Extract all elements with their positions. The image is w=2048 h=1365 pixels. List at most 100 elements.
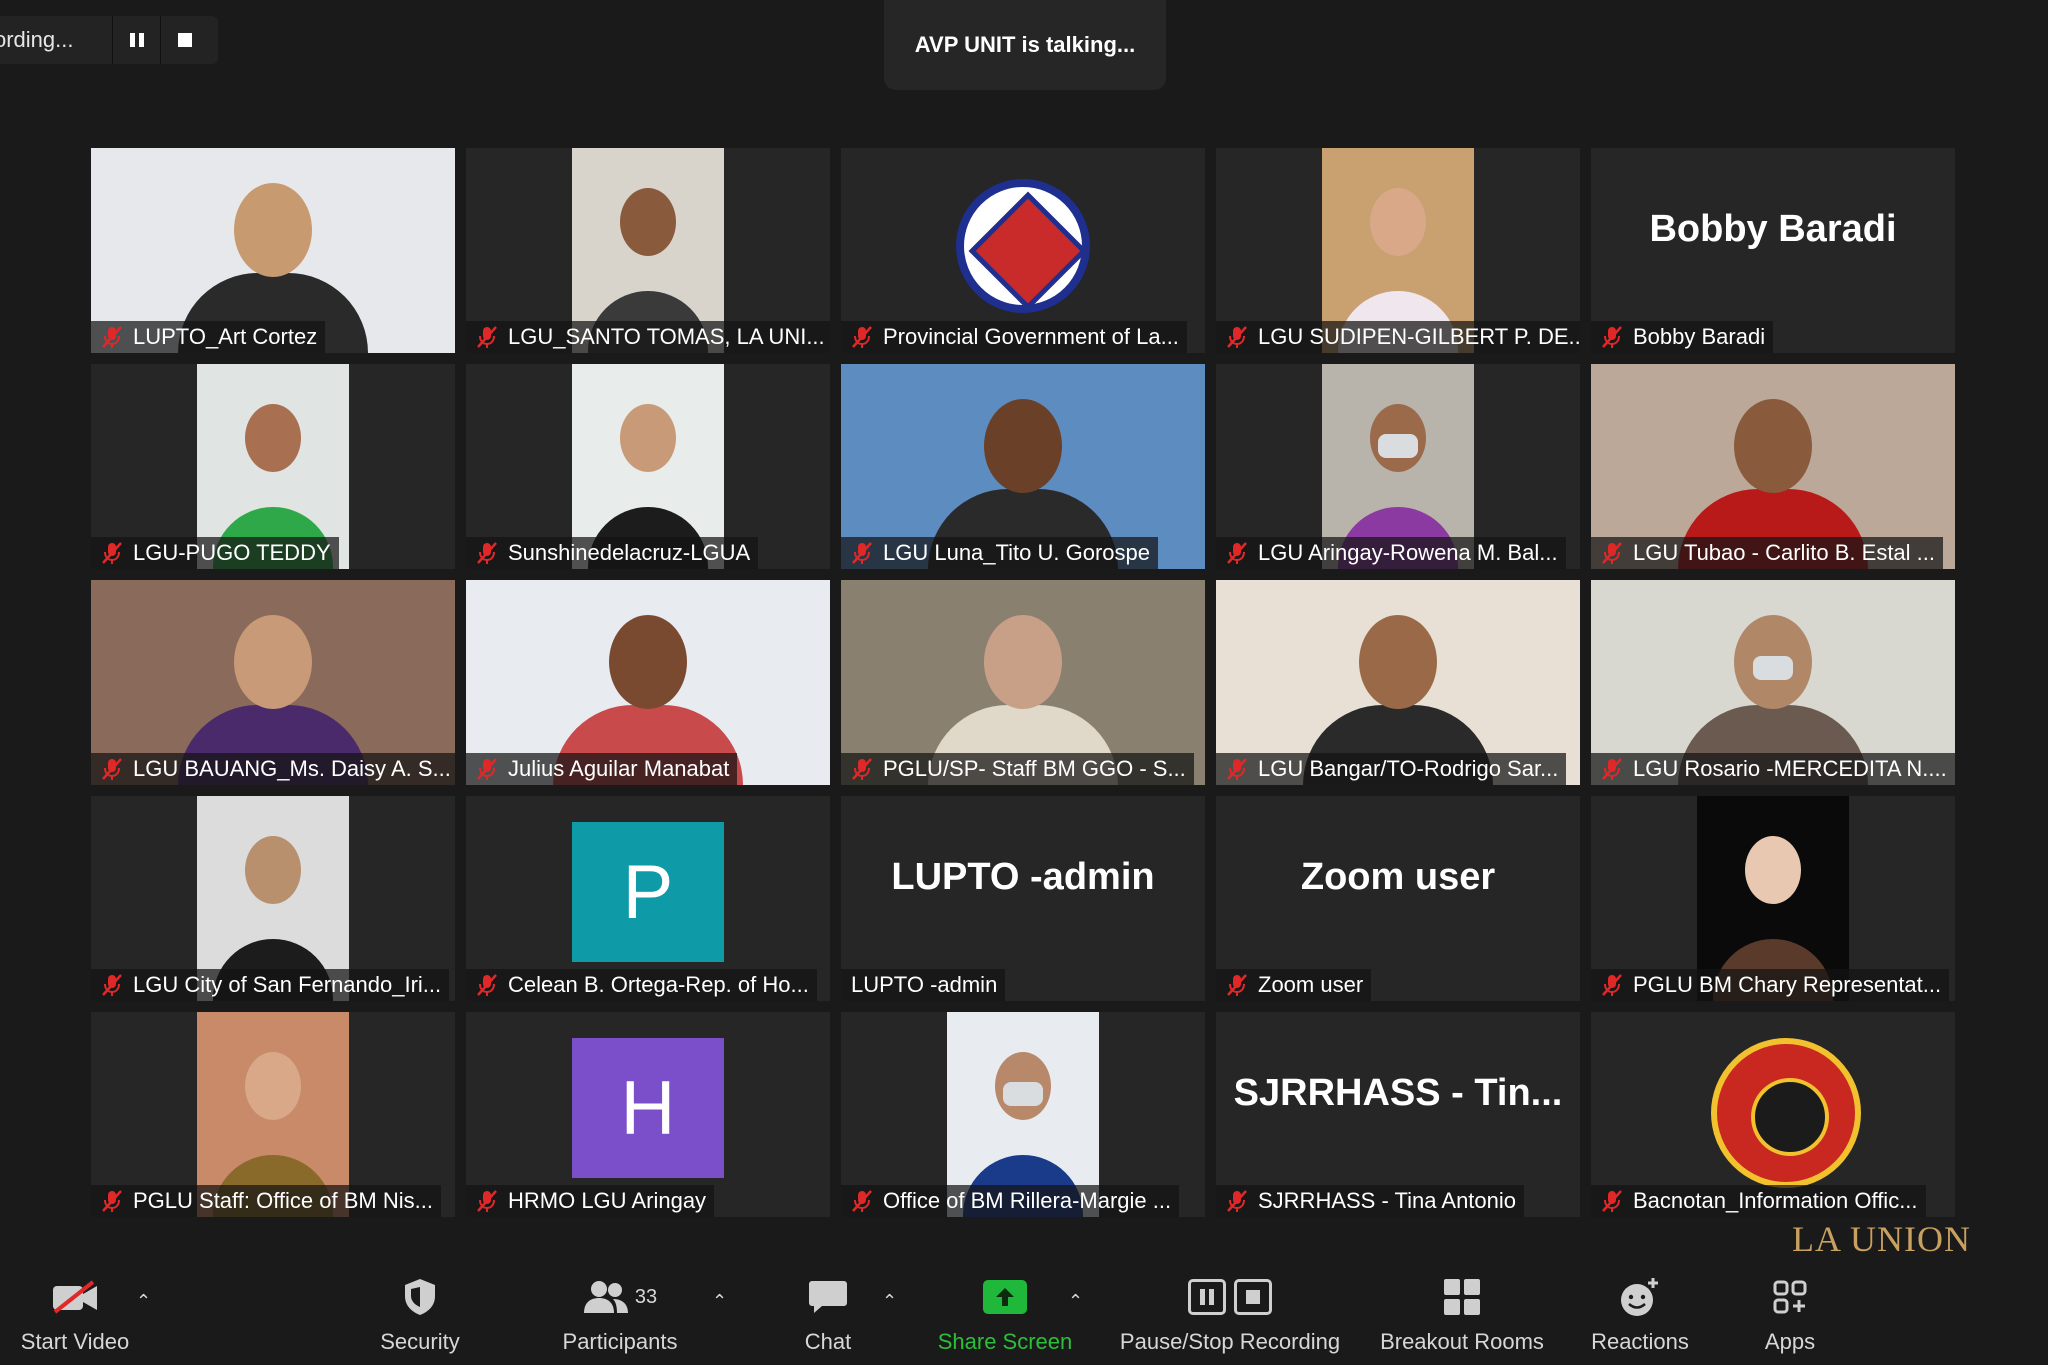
participant-tile[interactable]: Julius Aguilar Manabat <box>466 580 830 785</box>
participant-tile[interactable]: PGLU Staff: Office of BM Nis... <box>91 1012 455 1217</box>
breakout-rooms-label: Breakout Rooms <box>1380 1329 1544 1354</box>
stop-icon <box>177 33 192 47</box>
participant-name-label: LGU BAUANG_Ms. Daisy A. S... <box>91 753 455 785</box>
participant-name-label: LUPTO -admin <box>841 969 1006 1001</box>
participant-name-label: LGU-PUGO TEDDY <box>91 537 339 569</box>
participant-tile[interactable]: Zoom user Zoom user <box>1216 796 1580 1001</box>
participant-name-label: LGU Luna_Tito U. Gorospe <box>841 537 1158 569</box>
apps-label: Apps <box>1764 1329 1816 1354</box>
share-screen-button[interactable]: Share Screen <box>930 1265 1080 1365</box>
participant-tile[interactable]: H HRMO LGU Aringay <box>466 1012 830 1217</box>
participant-tile[interactable]: Provincial Government of La... <box>841 148 1205 353</box>
participant-tile[interactable]: PGLU/SP- Staff BM GGO - S... <box>841 580 1205 785</box>
active-speaker-banner: AVP UNIT is talking... <box>884 0 1166 90</box>
participant-name: LGU Rosario -MERCEDITA N.... <box>1633 756 1947 781</box>
mic-muted-icon <box>1226 325 1248 349</box>
reactions-button[interactable]: Reactions <box>1580 1265 1700 1365</box>
participant-name: LGU-PUGO TEDDY <box>133 540 331 565</box>
stop-recording-button[interactable] <box>160 16 208 64</box>
participant-tile[interactable]: SJRRHASS - Tin... SJRRHASS - Tina Antonio <box>1216 1012 1580 1217</box>
mic-muted-icon <box>1226 973 1248 997</box>
participant-name-label: LGU_SANTO TOMAS, LA UNI... <box>466 321 830 353</box>
participant-name-label: LGU Rosario -MERCEDITA N.... <box>1591 753 1955 785</box>
share-screen-label: Share Screen <box>937 1329 1073 1354</box>
reactions-icon <box>1619 1277 1661 1317</box>
mic-muted-icon <box>476 325 498 349</box>
participant-tile[interactable]: P Celean B. Ortega-Rep. of Ho... <box>466 796 830 1001</box>
mic-muted-icon <box>1601 541 1623 565</box>
share-options-caret[interactable]: ⌃ <box>1068 1291 1083 1312</box>
participant-name-label: LUPTO_Art Cortez <box>91 321 326 353</box>
pause-recording-button[interactable] <box>112 16 160 64</box>
participant-tile[interactable]: Bobby Baradi Bobby Baradi <box>1591 148 1955 353</box>
mic-muted-icon <box>1601 325 1623 349</box>
participant-name: LGU Aringay-Rowena M. Bal... <box>1258 540 1558 565</box>
participant-tile[interactable]: LUPTO_Art Cortez <box>91 148 455 353</box>
participant-name: Julius Aguilar Manabat <box>508 756 730 781</box>
participant-name: LUPTO_Art Cortez <box>133 324 318 349</box>
recording-text: ording... <box>0 27 74 52</box>
participant-name: Zoom user <box>1258 972 1364 997</box>
mic-muted-icon <box>851 325 873 349</box>
participant-tile[interactable]: LGU City of San Fernando_Iri... <box>91 796 455 1001</box>
participant-name-label: LGU Aringay-Rowena M. Bal... <box>1216 537 1566 569</box>
participant-tile[interactable]: LGU_SANTO TOMAS, LA UNI... <box>466 148 830 353</box>
participant-tile[interactable]: Office of BM Rillera-Margie ... <box>841 1012 1205 1217</box>
pause-stop-label: Pause/Stop Recording <box>1119 1329 1341 1354</box>
participant-tile[interactable]: LUPTO -admin LUPTO -admin <box>841 796 1205 1001</box>
participant-name: LGU Tubao - Carlito B. Estal ... <box>1633 540 1936 565</box>
participant-name: LGU Luna_Tito U. Gorospe <box>883 540 1150 565</box>
participants-count: 33 <box>634 1285 658 1308</box>
pause-stop-recording-button[interactable]: Pause/Stop Recording <box>1110 1265 1350 1365</box>
participant-name: HRMO LGU Aringay <box>508 1188 707 1213</box>
mic-muted-icon <box>1601 1189 1623 1213</box>
mic-muted-icon <box>476 541 498 565</box>
participant-tile[interactable]: Bacnotan_Information Offic... <box>1591 1012 1955 1217</box>
video-options-caret[interactable]: ⌃ <box>136 1291 151 1312</box>
mic-muted-icon <box>476 1189 498 1213</box>
security-button[interactable]: Security <box>360 1265 480 1365</box>
participant-tile[interactable]: LGU Luna_Tito U. Gorospe <box>841 364 1205 569</box>
apps-button[interactable]: Apps <box>1740 1265 1840 1365</box>
participant-tile[interactable]: LGU Rosario -MERCEDITA N.... <box>1591 580 1955 785</box>
participant-name: LUPTO -admin <box>851 972 998 997</box>
participant-display-name: LUPTO -admin <box>891 856 1155 898</box>
mic-muted-icon <box>1226 757 1248 781</box>
participant-name-label: Zoom user <box>1216 969 1372 1001</box>
mic-muted-icon <box>101 541 123 565</box>
breakout-rooms-button[interactable]: Breakout Rooms <box>1372 1265 1552 1365</box>
chat-options-caret[interactable]: ⌃ <box>882 1291 897 1312</box>
participant-name-label: LGU Bangar/TO-Rodrigo Sar... <box>1216 753 1567 785</box>
participant-tile[interactable]: Sunshinedelacruz-LGUA <box>466 364 830 569</box>
chat-label: Chat <box>804 1329 852 1354</box>
participant-name: PGLU Staff: Office of BM Nis... <box>133 1188 433 1213</box>
participants-options-caret[interactable]: ⌃ <box>712 1291 727 1312</box>
mic-muted-icon <box>476 973 498 997</box>
avatar: H <box>572 1038 724 1178</box>
participant-name: Celean B. Ortega-Rep. of Ho... <box>508 972 809 997</box>
participants-label: Participants <box>562 1329 678 1354</box>
participant-tile[interactable]: LGU Bangar/TO-Rodrigo Sar... <box>1216 580 1580 785</box>
participant-name-label: PGLU BM Chary Representat... <box>1591 969 1950 1001</box>
participant-tile[interactable]: LGU BAUANG_Ms. Daisy A. S... <box>91 580 455 785</box>
chat-button[interactable]: Chat <box>788 1265 868 1365</box>
participant-gallery: LUPTO_Art Cortez LGU_SANTO TOMAS, LA UNI.… <box>91 148 1955 1217</box>
mic-muted-icon <box>101 757 123 781</box>
la-union-watermark: LA UNION <box>1792 1219 1971 1259</box>
start-video-button[interactable]: Start Video <box>10 1265 140 1365</box>
participant-name: Provincial Government of La... <box>883 324 1179 349</box>
breakout-rooms-icon <box>1442 1277 1482 1317</box>
mic-muted-icon <box>476 757 498 781</box>
participant-tile[interactable]: LGU-PUGO TEDDY <box>91 364 455 569</box>
recording-indicator: ording... <box>0 16 218 64</box>
recording-controls-icon <box>1184 1277 1276 1317</box>
participant-tile[interactable]: PGLU BM Chary Representat... <box>1591 796 1955 1001</box>
participant-tile[interactable]: LGU Tubao - Carlito B. Estal ... <box>1591 364 1955 569</box>
participant-name: Bacnotan_Information Offic... <box>1633 1188 1918 1213</box>
participant-tile[interactable]: LGU Aringay-Rowena M. Bal... <box>1216 364 1580 569</box>
participant-name: PGLU BM Chary Representat... <box>1633 972 1942 997</box>
participant-tile[interactable]: LGU SUDIPEN-GILBERT P. DE... <box>1216 148 1580 353</box>
participants-button[interactable]: 33 Participants <box>545 1265 695 1365</box>
participant-name-label: Sunshinedelacruz-LGUA <box>466 537 759 569</box>
participant-name-label: Provincial Government of La... <box>841 321 1187 353</box>
